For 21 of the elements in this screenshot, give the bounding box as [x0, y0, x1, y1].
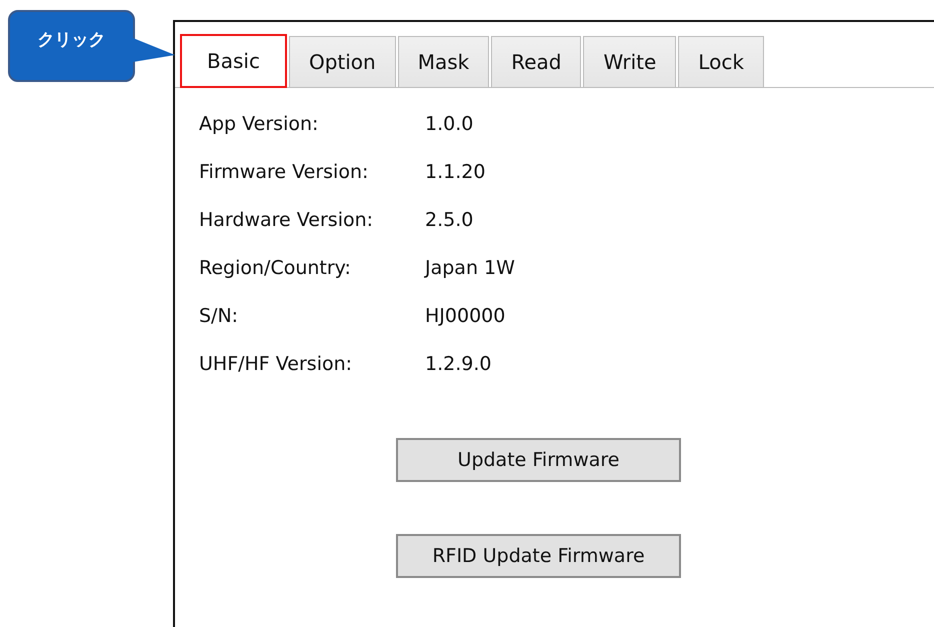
info-label: Region/Country: — [199, 257, 352, 279]
info-value: 1.0.0 — [425, 113, 474, 135]
info-label: Firmware Version: — [199, 161, 370, 183]
tab[interactable]: Basic — [180, 34, 287, 88]
info-value: Japan 1W — [425, 257, 515, 279]
info-value: HJ00000 — [425, 305, 506, 327]
tab[interactable]: Read — [491, 36, 582, 88]
info-value: 2.5.0 — [425, 209, 474, 231]
info-value: 1.2.9.0 — [425, 353, 492, 375]
callout: クリック — [8, 10, 135, 82]
firmware-button[interactable]: RFID Update Firmware — [396, 534, 681, 578]
info-label: S/N: — [199, 305, 240, 327]
info-label: UHF/HF Version: — [199, 353, 354, 375]
info-label: App Version: — [199, 113, 320, 135]
tab[interactable]: Mask — [398, 36, 490, 88]
info-value: 1.1.20 — [425, 161, 486, 183]
tab[interactable]: Option — [288, 36, 396, 88]
info-label: Hardware Version: — [199, 209, 374, 231]
firmware-button[interactable]: Update Firmware — [396, 438, 681, 482]
tab[interactable]: Lock — [678, 36, 764, 88]
tab[interactable]: Write — [583, 36, 676, 88]
